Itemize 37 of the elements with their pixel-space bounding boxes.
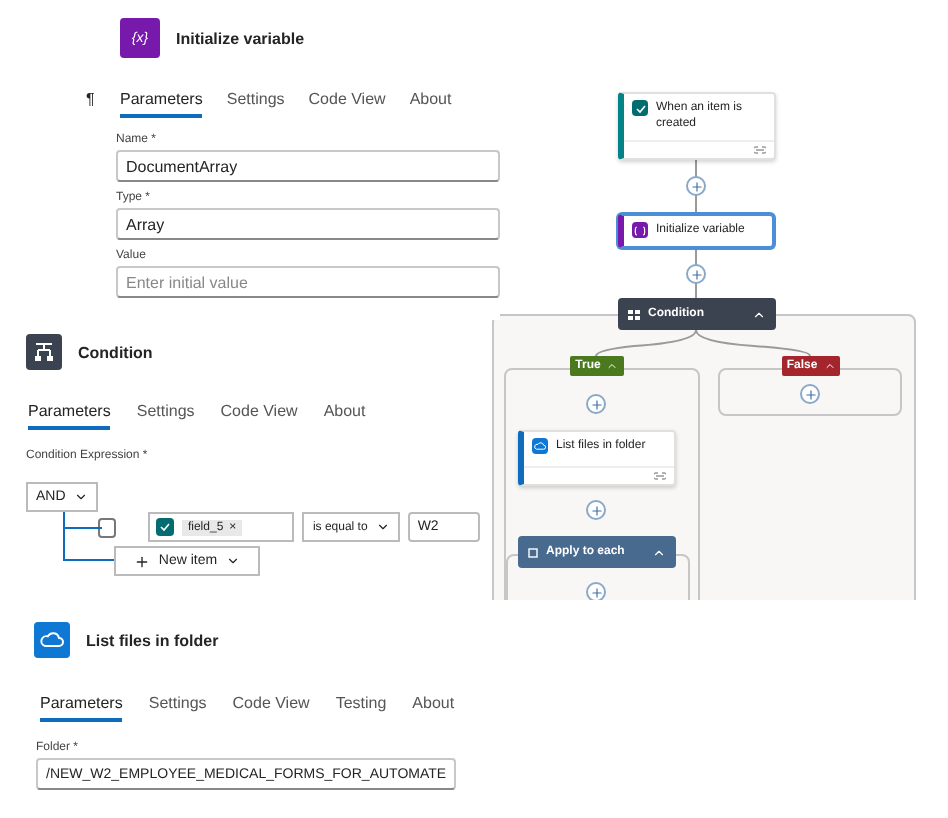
panel-title: List files in folder <box>86 631 219 649</box>
condition-icon <box>26 334 62 370</box>
tab[interactable]: Settings <box>136 402 195 430</box>
tab[interactable]: Parameters <box>120 90 203 118</box>
pilcrow-mark: ¶ <box>84 90 97 112</box>
tab[interactable]: Settings <box>226 90 285 118</box>
link-icon <box>654 472 666 480</box>
tab[interactable]: About <box>412 694 455 722</box>
collapse-icon[interactable] <box>652 545 666 559</box>
chevron-down-icon <box>225 554 240 568</box>
panel-title: Condition <box>78 343 153 361</box>
tab[interactable]: Code View <box>220 402 298 430</box>
input-field[interactable]: Array <box>116 208 500 240</box>
row-checkbox[interactable] <box>98 517 117 537</box>
input-field[interactable]: DocumentArray <box>116 150 500 182</box>
chevron-down-icon <box>375 520 390 534</box>
link-icon <box>754 146 766 154</box>
cloud-icon <box>532 438 548 454</box>
tab[interactable]: Code View <box>308 90 386 118</box>
plus-icon <box>134 553 151 569</box>
collapse-icon[interactable] <box>752 307 766 321</box>
tab[interactable]: Settings <box>148 694 207 722</box>
input-field[interactable]: Enter initial value <box>116 266 500 298</box>
condition-icon <box>628 309 640 319</box>
tab[interactable]: About <box>409 90 452 118</box>
chevron-down-icon <box>73 490 88 504</box>
add-step-button[interactable] <box>686 264 706 284</box>
variable-icon <box>632 222 648 238</box>
tab[interactable]: Parameters <box>40 694 123 722</box>
tab[interactable]: Code View <box>232 694 310 722</box>
add-step-button[interactable] <box>686 176 706 196</box>
tab[interactable]: About <box>323 402 366 430</box>
tab[interactable]: Parameters <box>28 402 111 430</box>
loop-icon <box>528 547 538 557</box>
cloud-icon <box>34 622 70 658</box>
tab[interactable]: Testing <box>335 694 387 722</box>
panel-title: Initialize variable <box>176 29 305 47</box>
